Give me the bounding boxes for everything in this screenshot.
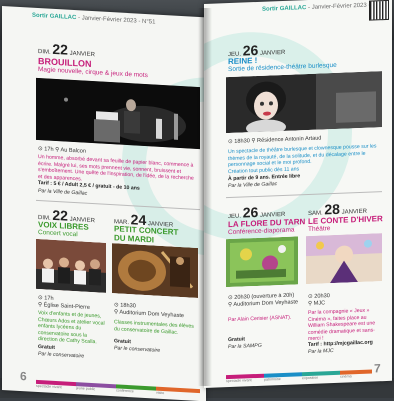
- event-photo: [226, 236, 298, 288]
- event-subtitle: Concert vocal: [38, 229, 78, 239]
- event-photo: [306, 233, 382, 285]
- event-place: ⚲ MJC: [308, 300, 325, 307]
- time: 17h: [44, 146, 54, 153]
- footer-tag: spectacle vivant: [226, 378, 252, 384]
- pin-icon: ⚲: [38, 302, 43, 309]
- time: 18h30: [120, 302, 136, 310]
- page-number: 7: [374, 361, 381, 376]
- event-description: Classes instrumentales des élèves du con…: [114, 319, 194, 336]
- day-number: 22: [52, 40, 68, 58]
- footer-tag: exposition: [302, 375, 319, 381]
- time: 18h30: [234, 138, 250, 145]
- header-brand: Sortir: [32, 12, 49, 20]
- month: JANVIER: [259, 49, 286, 57]
- header-issue: - Janvier-Février 2023 - N°51: [78, 15, 156, 26]
- place: MJC: [313, 300, 326, 307]
- page-number: 6: [20, 369, 27, 384]
- event-time-place: ⊙ 17h ⚲ Au Balcon: [38, 146, 86, 155]
- event-photo: [36, 238, 106, 293]
- event-time: ⊙ 17h: [38, 295, 54, 302]
- clock-icon: ⊙: [38, 146, 43, 153]
- clock-icon: ⊙: [228, 138, 233, 146]
- time: 20h30: [314, 293, 330, 300]
- footer-tag: conférence: [116, 388, 134, 394]
- footer-tag: patrimoine: [264, 377, 281, 382]
- event-photo: [112, 243, 198, 298]
- place: Auditorium Dom Veyhaste: [119, 309, 185, 320]
- pin-icon: ⚲: [228, 301, 233, 309]
- footer-tag: spectacle vivant: [36, 383, 62, 390]
- day-name: DIM.: [38, 49, 51, 56]
- page-header: Sortir GAILLAC - Janvier-Février 2023 - …: [32, 13, 155, 26]
- brochure-photo: Sortir GAILLAC - Janvier-Février 2023 - …: [0, 0, 394, 401]
- header-brand2: GAILLAC: [49, 13, 77, 22]
- pin-icon: ⚲: [308, 300, 313, 308]
- event-subtitle: Théâtre: [308, 225, 331, 234]
- event-time: ⊙ 20h30: [308, 293, 330, 300]
- event-photo: [36, 77, 200, 150]
- header-brand: Sortir: [262, 6, 279, 13]
- clock-icon: ⊙: [114, 302, 119, 309]
- right-page: Sortir GAILLAC - Janvier-Février 2023 - …: [204, 0, 392, 388]
- left-page: Sortir GAILLAC - Janvier-Février 2023 - …: [2, 6, 206, 401]
- event-title: LE CONTE D'HIVER: [308, 214, 383, 227]
- place: Auditorium Dom Veyhaste: [233, 299, 299, 308]
- event-place: ⚲ Auditorium Dom Veyhaste: [228, 299, 298, 308]
- event-subtitle: Magie nouvelle, cirque & jeux de mots: [38, 66, 148, 80]
- clock-icon: ⊙: [228, 294, 233, 302]
- tarif-text: Gratuit: [38, 344, 56, 351]
- place: Au Balcon: [60, 147, 87, 155]
- tarif-text: Gratuit: [114, 338, 132, 346]
- clock-icon: ⊙: [308, 293, 313, 301]
- header-brand2: GAILLAC: [279, 5, 307, 13]
- event-subtitle: Conférence-diaporama: [228, 226, 295, 237]
- event-time: ⊙ 18h30: [114, 302, 136, 309]
- place: Église Saint-Pierre: [43, 302, 90, 311]
- time: 17h: [44, 295, 54, 302]
- event-place: ⚲ Auditorium Dom Veyhaste: [114, 309, 184, 319]
- pin-icon: ⚲: [251, 138, 256, 145]
- event-description: Par Alain Cerisier (ASNAT).: [228, 314, 292, 324]
- spine-shadow: [198, 8, 212, 386]
- footer-tag: cinéma: [340, 374, 352, 379]
- qr-code-icon: [369, 0, 389, 21]
- clock-icon: ⊙: [38, 295, 43, 302]
- pin-icon: ⚲: [55, 146, 60, 154]
- event-description: Par la compagnie « Jeux » Cinéma », fait…: [308, 307, 376, 343]
- footer-tag: jeune public: [76, 386, 96, 392]
- page-header: Sortir GAILLAC - Janvier-Février 2023 - …: [262, 2, 385, 13]
- tarif-text: Gratuit: [228, 336, 246, 344]
- event-description: Voix d'enfants et de jeunes, Chœurs Ados…: [38, 310, 105, 346]
- pin-icon: ⚲: [114, 309, 119, 316]
- event-photo: [226, 71, 382, 134]
